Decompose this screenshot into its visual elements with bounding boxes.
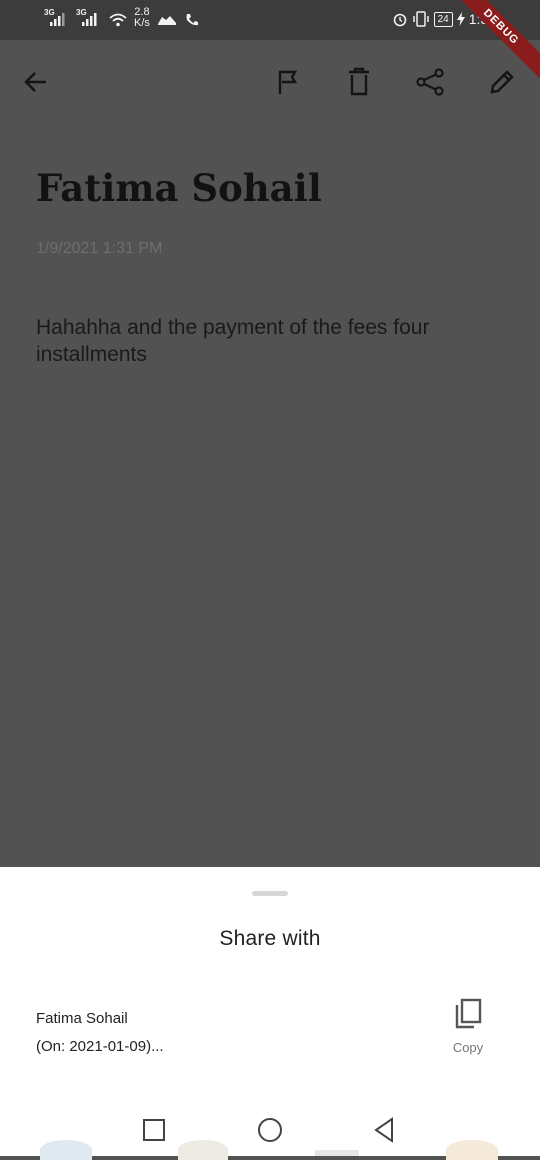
- back-arrow-icon[interactable]: [20, 66, 52, 98]
- note-title: Fatima Sohail: [36, 166, 322, 210]
- share-preview: Fatima Sohail (On: 2021-01-09)...: [36, 1005, 164, 1061]
- signal-1: 3G: [44, 8, 70, 30]
- battery-indicator: 24: [433, 11, 453, 27]
- signal-bars-icon: [50, 13, 65, 26]
- network-speed: 2.8 K/s: [134, 7, 150, 29]
- wifi-icon: [109, 13, 127, 27]
- phone-call-icon: [186, 14, 198, 26]
- trash-icon[interactable]: [343, 66, 375, 98]
- note-body: Hahahha and the payment of the fees four…: [36, 316, 430, 366]
- share-preview-title: Fatima Sohail: [36, 1010, 128, 1027]
- status-bar: 3G 3G 2.8 K/s 24 DEBUG: [0, 0, 540, 87]
- recents-square-icon[interactable]: [136, 1112, 172, 1148]
- alarm-icon: [393, 13, 406, 27]
- system-nav-bar: [0, 1106, 540, 1156]
- speed-unit: K/s: [134, 17, 150, 29]
- share-sheet-title: Share with: [219, 927, 321, 950]
- status-left: 3G 3G 2.8 K/s: [44, 7, 200, 30]
- copy-icon: [455, 998, 482, 1029]
- share-preview-text: (On: 2021-01-09)...: [36, 1038, 164, 1055]
- signal-bars-icon: [82, 13, 97, 26]
- back-triangle-icon[interactable]: [366, 1112, 402, 1148]
- charging-icon: [456, 12, 465, 26]
- sneaker-icon: [157, 16, 176, 25]
- drag-handle[interactable]: [252, 891, 288, 896]
- home-circle-icon[interactable]: [252, 1112, 288, 1148]
- vibrate-icon: [412, 11, 429, 27]
- copy-label: Copy: [452, 1040, 484, 1055]
- share-icon[interactable]: [414, 66, 446, 98]
- note-toolbar: [0, 40, 540, 124]
- edit-pencil-icon[interactable]: [486, 66, 518, 98]
- note-date: 1/9/2021 1:31 PM: [36, 240, 163, 257]
- copy-button[interactable]: Copy: [440, 997, 496, 1061]
- flag-icon[interactable]: [272, 66, 304, 98]
- signal-2: 3G: [76, 8, 102, 30]
